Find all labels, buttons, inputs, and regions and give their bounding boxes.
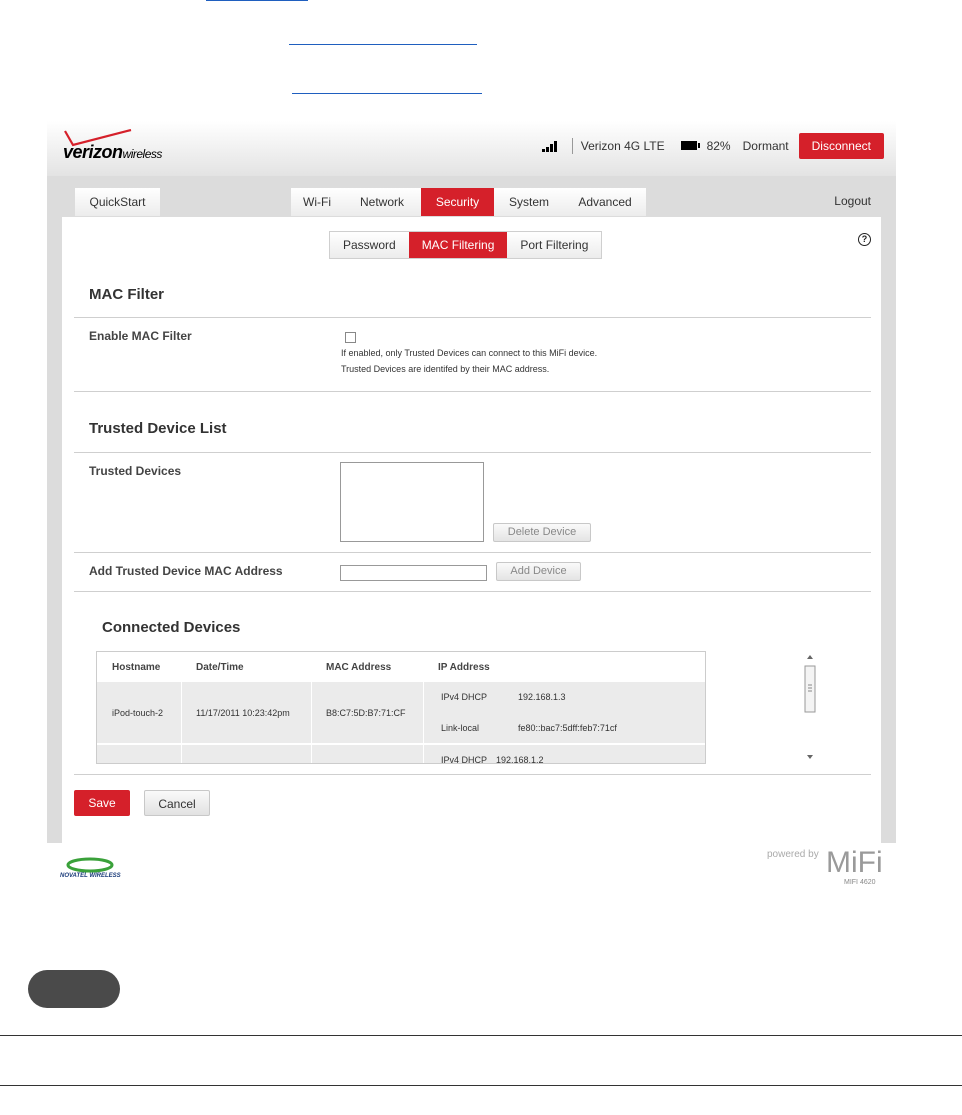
doc-link-1[interactable] — [206, 0, 308, 1]
mifi-app-screenshot: verizonwireless Verizon 4G LTE 82% Dorma… — [47, 121, 896, 843]
subtab-password[interactable]: Password — [330, 232, 409, 258]
battery-icon — [680, 141, 700, 150]
footer: NOVATEL WIRELESS powered by MiFi MIFI 46… — [47, 843, 896, 898]
connection-state: Dormant — [742, 138, 789, 153]
divider — [74, 391, 871, 392]
trusted-list-heading: Trusted Device List — [89, 420, 227, 437]
table-scrollbar[interactable] — [804, 651, 816, 762]
enable-mac-filter-label: Enable MAC Filter — [89, 329, 192, 343]
divider — [74, 774, 871, 775]
doc-link-3[interactable] — [292, 93, 482, 94]
col-ip: IP Address — [438, 662, 490, 673]
row-hostname: iPod-touch-2 — [112, 708, 164, 718]
row-ip-type: Link-local — [441, 723, 480, 733]
brand-name: verizon — [63, 142, 123, 162]
row-ip-value: 192.168.1.2 — [496, 755, 544, 764]
divider — [74, 552, 871, 553]
divider — [74, 317, 871, 318]
page-tab-decoration — [28, 970, 120, 1008]
add-mac-label: Add Trusted Device MAC Address — [89, 564, 283, 578]
tab-advanced[interactable]: Advanced — [564, 188, 646, 216]
col-datetime: Date/Time — [196, 662, 244, 673]
row-ip-type: IPv4 DHCP — [441, 692, 488, 702]
subtab-mac-filtering[interactable]: MAC Filtering — [408, 232, 508, 258]
tab-quickstart[interactable]: QuickStart — [75, 188, 160, 216]
page-rule-bottom — [0, 1085, 962, 1086]
subtab-port-filtering[interactable]: Port Filtering — [507, 232, 601, 258]
col-hostname: Hostname — [112, 662, 161, 673]
table-row[interactable]: IPv4 DHCP 192.168.1.2 — [97, 745, 705, 764]
mac-filter-help-1: If enabled, only Trusted Devices can con… — [341, 348, 598, 358]
tab-wifi[interactable]: Wi-Fi — [291, 188, 343, 216]
model-text: MIFI 4620 — [844, 879, 876, 886]
cancel-button[interactable]: Cancel — [144, 790, 210, 816]
disconnect-button[interactable]: Disconnect — [798, 132, 884, 159]
row-mac: B8:C7:5D:B7:71:CF — [326, 708, 406, 718]
row-ip-type: IPv4 DHCP — [441, 755, 488, 764]
connected-devices-table: Hostname Date/Time MAC Address IP Addres… — [96, 651, 706, 764]
table-row[interactable]: iPod-touch-2 11/17/2011 10:23:42pm B8:C7… — [97, 682, 705, 743]
trusted-devices-label: Trusted Devices — [89, 464, 182, 478]
brand-suffix: wireless — [122, 147, 163, 161]
add-device-button[interactable]: Add Device — [496, 562, 581, 581]
main-nav: QuickStart Wi-Fi Network Security System… — [47, 176, 896, 218]
help-icon[interactable]: ? — [858, 233, 871, 246]
tab-system[interactable]: System — [494, 188, 564, 216]
powered-by-text: powered by — [767, 849, 819, 860]
row-ip-value: 192.168.1.3 — [518, 692, 566, 702]
doc-link-2[interactable] — [289, 44, 477, 45]
divider — [74, 591, 871, 592]
page-rule-top — [0, 1035, 962, 1036]
divider — [74, 452, 871, 453]
mifi-logo-text: MiFi — [826, 846, 883, 879]
signal-icon — [541, 140, 558, 152]
scrollbar-arrows-icon — [804, 655, 816, 759]
connected-devices-heading: Connected Devices — [102, 619, 241, 636]
enable-mac-filter-checkbox[interactable] — [345, 332, 356, 343]
save-button[interactable]: Save — [74, 790, 130, 816]
status-divider — [571, 137, 573, 154]
trusted-devices-listbox[interactable] — [340, 462, 484, 542]
security-subtabs: Password MAC Filtering Port Filtering — [329, 231, 603, 259]
novatel-logo-text: NOVATEL WIRELESS — [60, 873, 121, 879]
mac-filter-help-2: Trusted Devices are identifed by their M… — [341, 364, 550, 374]
tab-network[interactable]: Network — [343, 188, 421, 216]
add-mac-input[interactable] — [340, 565, 487, 581]
tab-security[interactable]: Security — [421, 188, 494, 216]
content-panel: Password MAC Filtering Port Filtering ? … — [62, 217, 881, 843]
battery-level: 82% — [706, 138, 731, 153]
mac-filter-heading: MAC Filter — [89, 286, 164, 303]
delete-device-button[interactable]: Delete Device — [493, 523, 591, 542]
verizon-logo: verizonwireless — [63, 129, 193, 169]
network-name: Verizon 4G LTE — [580, 138, 665, 153]
header-bar: verizonwireless Verizon 4G LTE 82% Dorma… — [47, 121, 896, 176]
logout-link[interactable]: Logout — [834, 194, 871, 208]
col-mac: MAC Address — [326, 662, 392, 673]
row-ip-value: fe80::bac7:5dff:feb7:71cf — [518, 723, 617, 733]
row-datetime: 11/17/2011 10:23:42pm — [196, 708, 290, 718]
status-area: Verizon 4G LTE 82% Dormant Disconnect — [541, 132, 884, 159]
